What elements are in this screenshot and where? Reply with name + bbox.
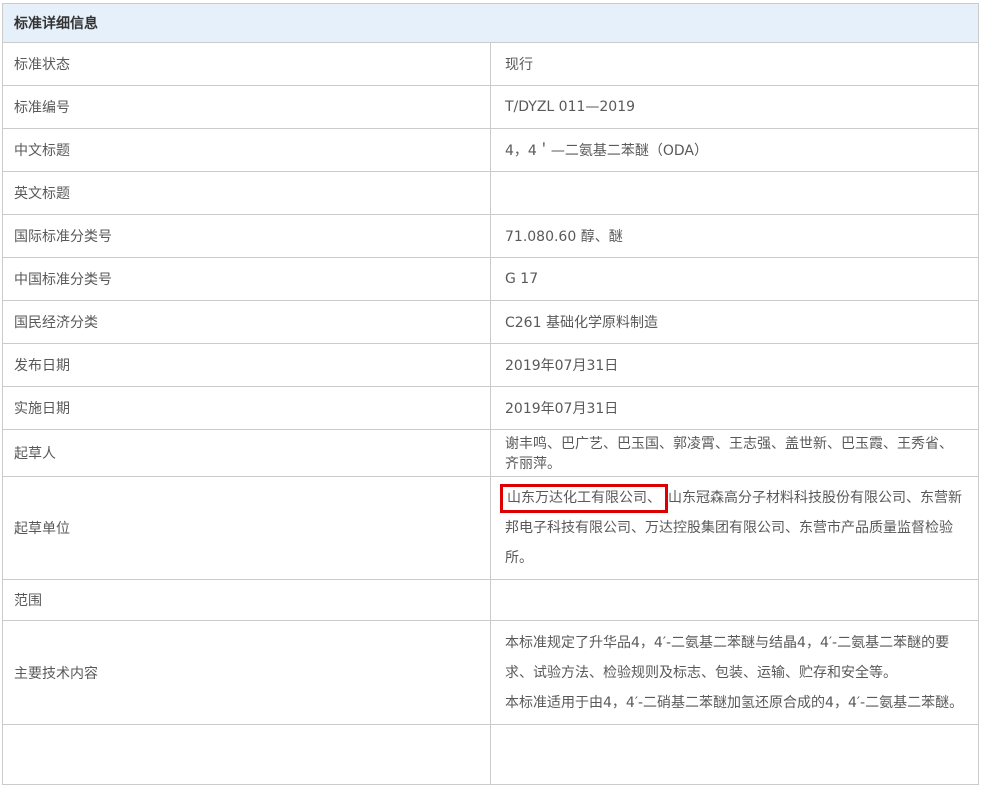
row-label: 标准编号 (3, 86, 491, 129)
tech-content-paragraph: 本标准规定了升华品4，4′-二氨基二苯醚与结晶4，4′-二氨基二苯醚的要求、试验… (505, 628, 964, 688)
row-label: 国际标准分类号 (3, 215, 491, 258)
table-row: 英文标题 (3, 172, 979, 215)
row-value: 71.080.60 醇、醚 (491, 215, 979, 258)
table-row: 中国标准分类号 G 17 (3, 258, 979, 301)
table-row: 主要技术内容 本标准规定了升华品4，4′-二氨基二苯醚与结晶4，4′-二氨基二苯… (3, 621, 979, 725)
row-label: 中文标题 (3, 129, 491, 172)
row-value: 山东万达化工有限公司、山东冠森高分子材料科技股份有限公司、东营新邦电子科技有限公… (491, 477, 979, 580)
table-row: 范围 (3, 580, 979, 621)
row-value (491, 172, 979, 215)
table-row: 中文标题 4，4＇—二氨基二苯醚（ODA） (3, 129, 979, 172)
row-value (491, 725, 979, 785)
row-label: 实施日期 (3, 387, 491, 430)
table-row: 起草人 谢丰鸣、巴广艺、巴玉国、郭凌霄、王志强、盖世新、巴玉霞、王秀省、齐丽萍。 (3, 430, 979, 477)
highlighted-text: 山东万达化工有限公司、 (507, 490, 661, 506)
row-label: 主要技术内容 (3, 621, 491, 725)
row-value: C261 基础化学原料制造 (491, 301, 979, 344)
table-row (3, 725, 979, 785)
table-header-row: 标准详细信息 (3, 4, 979, 43)
row-label: 标准状态 (3, 43, 491, 86)
table-row: 国际标准分类号 71.080.60 醇、醚 (3, 215, 979, 258)
table-row: 标准编号 T/DYZL 011—2019 (3, 86, 979, 129)
table-row: 国民经济分类 C261 基础化学原料制造 (3, 301, 979, 344)
row-label: 中国标准分类号 (3, 258, 491, 301)
row-label: 英文标题 (3, 172, 491, 215)
standard-detail-table: 标准详细信息 标准状态 现行 标准编号 T/DYZL 011—2019 中文标题… (2, 3, 979, 785)
tech-content-paragraph: 本标准适用于由4，4′-二硝基二苯醚加氢还原合成的4，4′-二氨基二苯醚。 (505, 688, 964, 718)
row-label (3, 725, 491, 785)
table-row: 标准状态 现行 (3, 43, 979, 86)
table-row: 实施日期 2019年07月31日 (3, 387, 979, 430)
row-value: 4，4＇—二氨基二苯醚（ODA） (491, 129, 979, 172)
row-label: 发布日期 (3, 344, 491, 387)
row-value: 2019年07月31日 (491, 344, 979, 387)
row-label: 起草人 (3, 430, 491, 477)
table-title: 标准详细信息 (3, 4, 979, 43)
row-value: 现行 (491, 43, 979, 86)
row-value: 2019年07月31日 (491, 387, 979, 430)
row-label: 范围 (3, 580, 491, 621)
row-label: 起草单位 (3, 477, 491, 580)
row-value: G 17 (491, 258, 979, 301)
row-label: 国民经济分类 (3, 301, 491, 344)
row-value: 谢丰鸣、巴广艺、巴玉国、郭凌霄、王志强、盖世新、巴玉霞、王秀省、齐丽萍。 (491, 430, 979, 477)
row-value: T/DYZL 011—2019 (491, 86, 979, 129)
row-value: 本标准规定了升华品4，4′-二氨基二苯醚与结晶4，4′-二氨基二苯醚的要求、试验… (491, 621, 979, 725)
table-row: 发布日期 2019年07月31日 (3, 344, 979, 387)
highlight-box: 山东万达化工有限公司、 (500, 484, 668, 513)
table-row: 起草单位 山东万达化工有限公司、山东冠森高分子材料科技股份有限公司、东营新邦电子… (3, 477, 979, 580)
row-value (491, 580, 979, 621)
